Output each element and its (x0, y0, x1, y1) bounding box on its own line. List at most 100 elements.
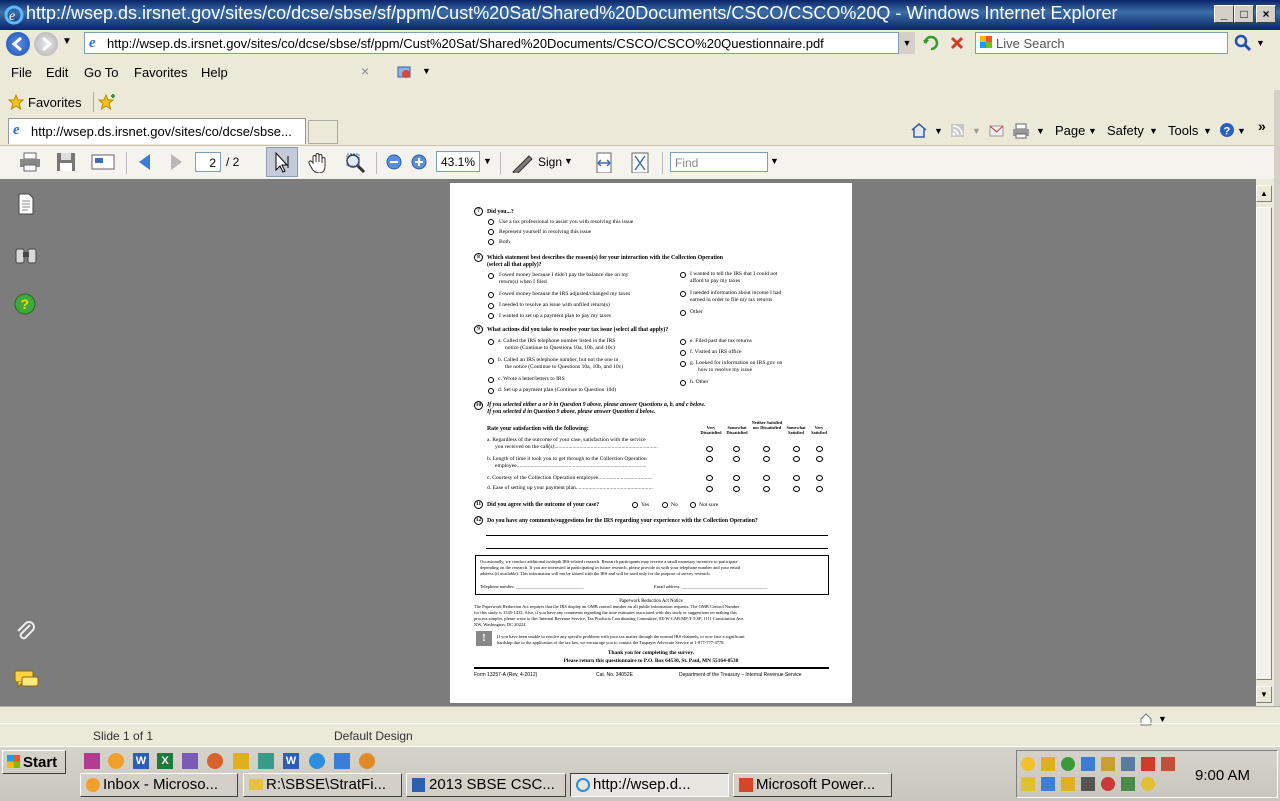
select-tool-button[interactable] (266, 147, 298, 177)
q8-right-option-1-radio[interactable] (680, 272, 686, 278)
add-favorite-icon[interactable] (98, 94, 116, 110)
quicklaunch-publisher-icon[interactable] (258, 753, 274, 769)
close-button[interactable]: × (1256, 5, 1276, 23)
hand-tool-icon[interactable] (306, 151, 330, 173)
quicklaunch-ie-icon[interactable] (309, 753, 325, 769)
task-powerpoint[interactable]: Microsoft Power... (733, 773, 892, 797)
task-word-document[interactable]: 2013 SBSE CSC... (406, 773, 566, 797)
search-options-dropdown[interactable]: ▼ (1256, 38, 1265, 48)
menu-help[interactable]: Help (201, 65, 228, 80)
q10-a-rating-radio-5[interactable] (816, 446, 823, 452)
address-url[interactable]: http://wsep.ds.irsnet.gov/sites/co/dcse/… (107, 36, 824, 51)
print-icon[interactable] (1012, 123, 1030, 139)
q8-left-option-4-radio[interactable] (488, 313, 494, 319)
zoom-level-input[interactable]: 43.1% (436, 151, 480, 172)
q10-b-rating-radio-5[interactable] (816, 456, 823, 462)
stop-button[interactable] (946, 32, 968, 54)
marquee-zoom-icon[interactable] (343, 151, 369, 173)
q10-d-rating-radio-4[interactable] (793, 486, 800, 492)
close-menu-icon[interactable]: × (361, 63, 369, 79)
q7-option-1-radio[interactable] (488, 219, 494, 225)
new-tab-button[interactable] (308, 120, 338, 144)
q10-b-rating-radio-4[interactable] (793, 456, 800, 462)
back-button[interactable] (6, 32, 30, 56)
q10-b-rating-radio-3[interactable] (763, 456, 770, 462)
q9-option-c-radio[interactable] (488, 377, 494, 383)
q8-left-option-2-radio[interactable] (488, 292, 494, 298)
tray-warning-icon[interactable] (1021, 777, 1035, 791)
menu-go-to[interactable]: Go To (84, 65, 118, 80)
q7-option-3-radio[interactable] (488, 239, 494, 245)
feeds-dropdown[interactable]: ▼ (972, 126, 981, 136)
help-question-icon[interactable]: ? (14, 293, 36, 315)
zoom-out-icon[interactable] (385, 151, 405, 173)
q10-c-rating-radio-5[interactable] (816, 475, 823, 481)
search-button[interactable] (1232, 32, 1254, 54)
tray-app-icon-2[interactable] (1101, 757, 1115, 771)
tray-app-icon-4[interactable] (1141, 757, 1155, 771)
attachment-paperclip-icon[interactable] (14, 619, 38, 643)
address-bar[interactable]: e http://wsep.ds.irsnet.gov/sites/co/dcs… (84, 32, 914, 54)
pdf-print-icon[interactable] (18, 151, 42, 173)
outer-scrollbar[interactable] (1274, 90, 1280, 740)
find-dropdown[interactable]: ▼ (770, 156, 779, 166)
q8-right-option-2-radio[interactable] (680, 291, 686, 297)
help-dropdown[interactable]: ▼ (1237, 126, 1246, 136)
q7-option-2-radio[interactable] (488, 229, 494, 235)
q8-left-option-3-radio[interactable] (488, 303, 494, 309)
q9-option-g-radio[interactable] (680, 361, 686, 367)
chevron-more-icon[interactable]: » (1258, 118, 1266, 134)
clock[interactable]: 9:00 AM (1195, 767, 1250, 784)
q9-option-h-radio[interactable] (680, 380, 686, 386)
tray-app-icon-3[interactable] (1121, 757, 1135, 771)
comments-icon[interactable] (14, 669, 40, 691)
menu-file[interactable]: File (11, 65, 32, 80)
scroll-up-button[interactable]: ▲ (1256, 185, 1272, 202)
attachments-binoculars-icon[interactable] (14, 245, 38, 265)
feeds-icon[interactable] (950, 123, 966, 139)
forward-button[interactable] (34, 32, 58, 56)
q10-d-rating-radio-1[interactable] (706, 486, 713, 492)
search-input[interactable]: Live Search (996, 36, 1065, 51)
tray-clock-icon[interactable] (1021, 757, 1035, 771)
menu-favorites[interactable]: Favorites (134, 65, 187, 80)
quicklaunch-clock-icon[interactable] (108, 753, 124, 769)
tray-network-icon[interactable] (1061, 757, 1075, 771)
fit-page-icon[interactable] (629, 151, 651, 173)
q10-a-rating-radio-4[interactable] (793, 446, 800, 452)
q10-c-rating-radio-4[interactable] (793, 475, 800, 481)
zoom-in-icon[interactable] (410, 151, 430, 173)
comment-line-2[interactable] (486, 548, 828, 549)
tray-app-icon-5[interactable] (1161, 757, 1175, 771)
q10-a-rating-radio-1[interactable] (706, 446, 713, 452)
refresh-button[interactable] (920, 32, 942, 54)
quicklaunch-app-icon-2[interactable] (182, 753, 198, 769)
q11-no-radio[interactable] (662, 502, 668, 508)
q10-d-rating-radio-2[interactable] (733, 486, 740, 492)
tray-security-icon[interactable] (1041, 757, 1055, 771)
safety-menu[interactable]: Safety (1107, 123, 1144, 138)
recent-pages-dropdown[interactable]: ▼ (62, 36, 72, 47)
page-number-input[interactable]: 2 (195, 152, 221, 172)
vertical-scrollbar[interactable]: ▲ ▼ (1256, 179, 1274, 706)
pages-panel-icon[interactable] (16, 193, 36, 215)
q10-b-rating-radio-1[interactable] (706, 456, 713, 462)
quicklaunch-excel-icon[interactable]: X (157, 753, 173, 769)
q10-c-rating-radio-3[interactable] (763, 475, 770, 481)
favorites-button[interactable]: Favorites (28, 95, 81, 110)
search-box[interactable]: Live Search (975, 32, 1228, 54)
page-menu[interactable]: Page (1055, 123, 1085, 138)
task-explorer[interactable]: R:\SBSE\StratFi... (243, 773, 402, 797)
fit-width-icon[interactable] (594, 151, 614, 173)
q10-d-rating-radio-5[interactable] (816, 486, 823, 492)
pdf-email-icon[interactable] (90, 151, 116, 173)
q8-left-option-1-radio[interactable] (488, 273, 494, 279)
home-icon[interactable] (910, 122, 928, 138)
task-internet-explorer[interactable]: http://wsep.d... (570, 773, 729, 797)
toolbar-options-icon[interactable] (396, 63, 414, 81)
read-mail-icon[interactable] (988, 123, 1006, 139)
previous-page-icon[interactable] (134, 151, 156, 173)
tools-menu[interactable]: Tools (1168, 123, 1198, 138)
q9-option-d-radio[interactable] (488, 388, 494, 394)
quicklaunch-app-icon-4[interactable] (334, 753, 350, 769)
